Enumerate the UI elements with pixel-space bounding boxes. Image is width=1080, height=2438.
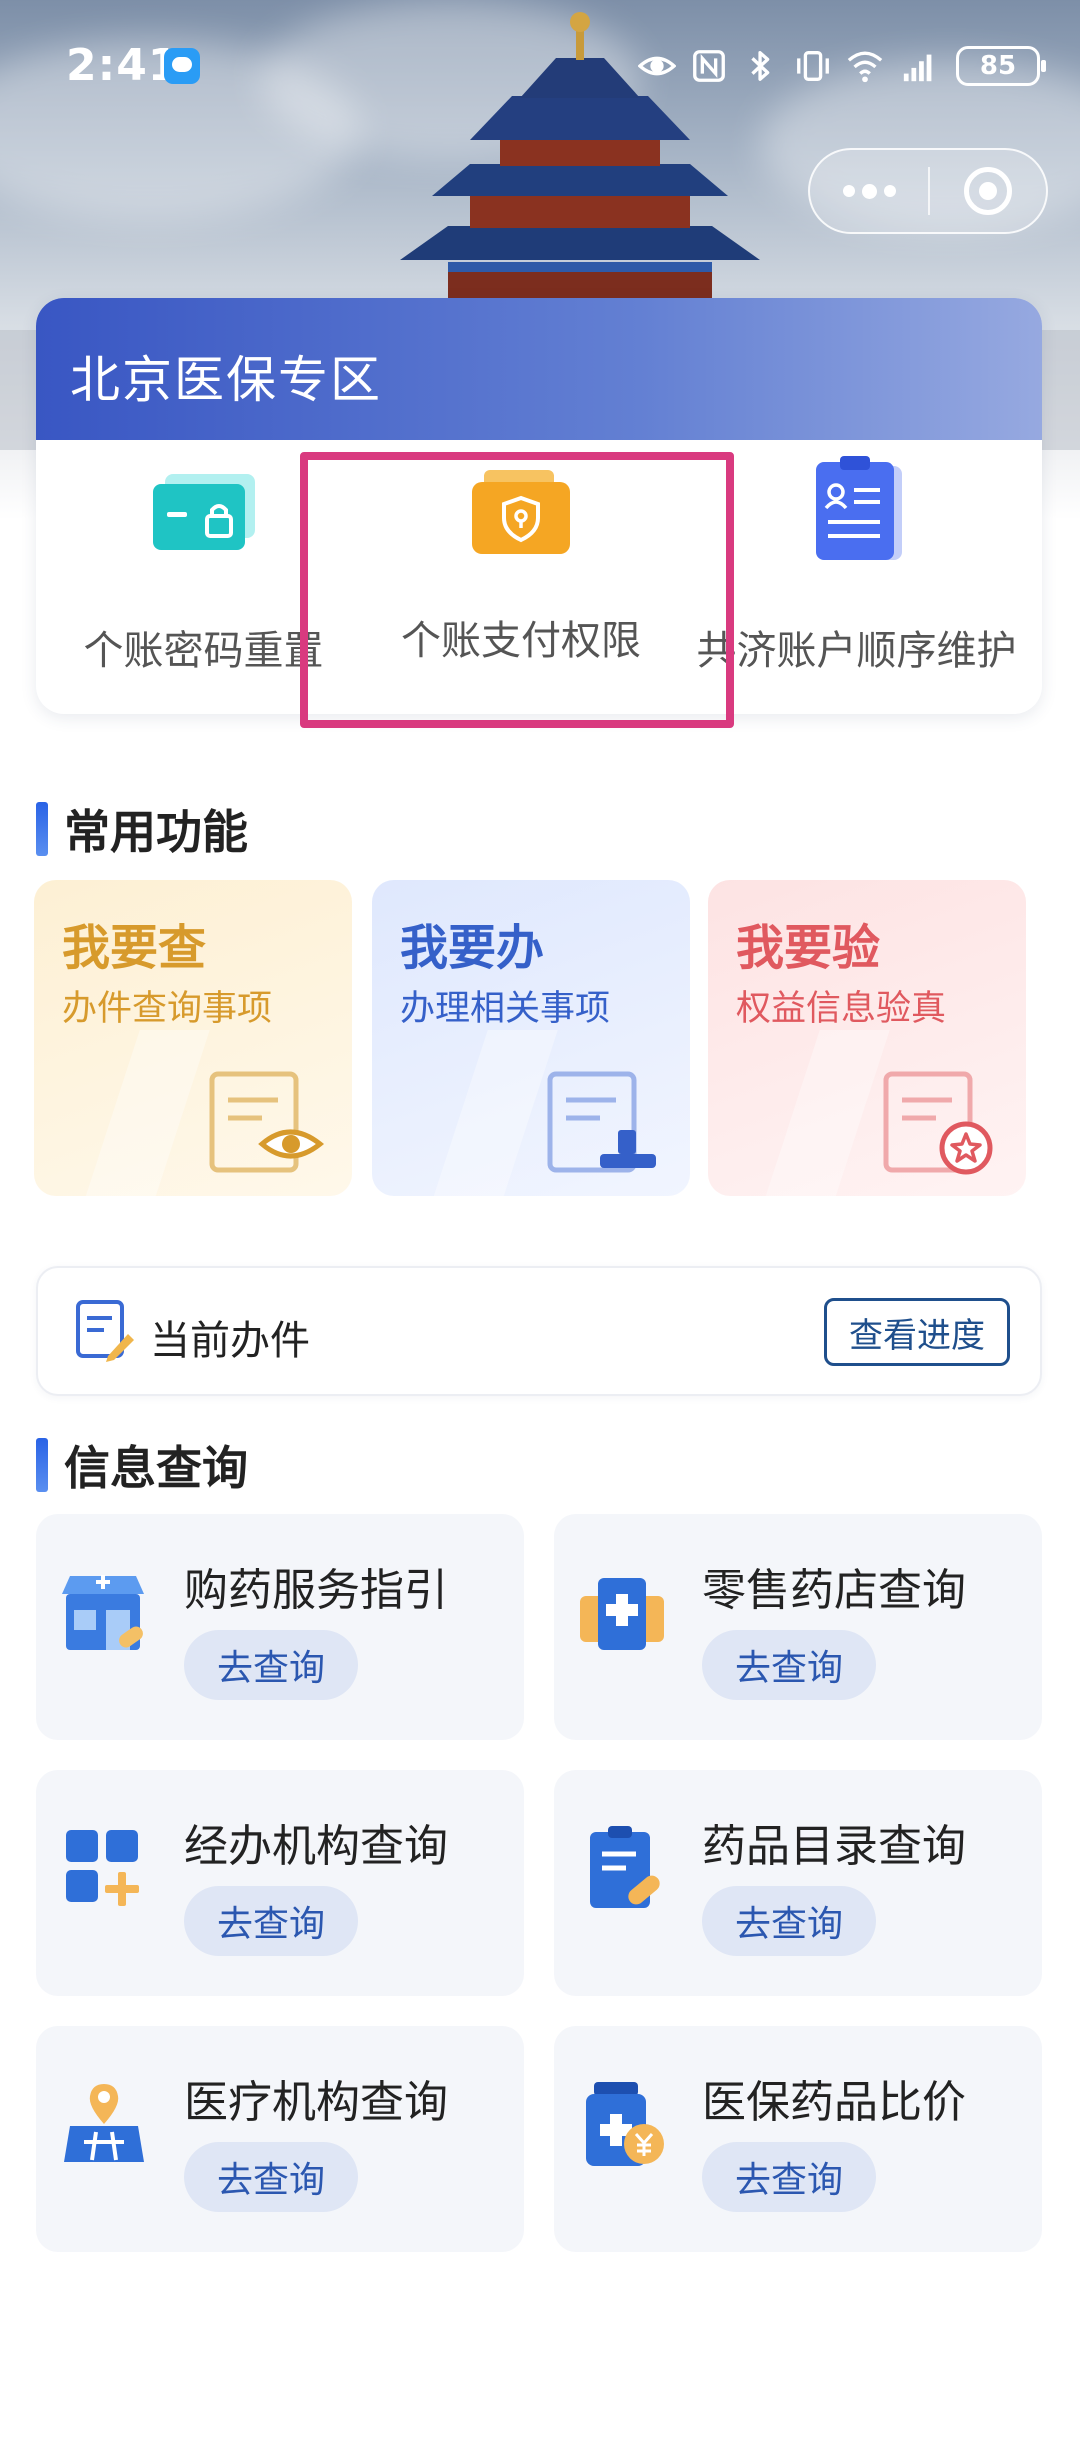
nfc-icon [693,50,725,82]
battery-icon: 85 [956,46,1046,86]
section-accent-bar [36,802,48,856]
document-stamp-icon [547,1071,656,1173]
query-card-title: 药品目录查询 [702,1821,966,1872]
go-query-button[interactable]: 去查询 [184,1630,358,1700]
go-query-button[interactable]: 去查询 [702,1630,876,1700]
clipboard-pill-icon [590,1826,660,1908]
query-card-title: 购药服务指引 [184,1565,448,1616]
query-card-retail-pharmacy[interactable]: 零售药店查询 去查询 [554,1514,1042,1740]
medicine-bottle-yuan-icon [586,2082,664,2166]
section-title-text: 信息查询 [64,1441,248,1495]
mini-program-capsule [808,148,1048,234]
func-card-title: 我要验 [736,920,881,976]
status-time: 2:41 [66,40,180,91]
cellular-signal-icon [903,54,932,82]
zone-title: 北京医保专区 [70,351,382,409]
query-card-agency[interactable]: 经办机构查询 去查询 [36,1770,524,1996]
zone-item-payment-permission[interactable]: 个账支付权限 [371,440,671,714]
go-query-button[interactable]: 去查询 [184,1886,358,1956]
clipboard-user-icon [815,456,902,560]
wifi-icon [847,51,883,83]
zone-header: 北京医保专区 [36,298,1042,440]
section-title-common: 常用功能 [36,796,248,862]
beijing-medical-insurance-zone: 北京医保专区 个账密码重置 个账支付权限 共济账户顺序维护 [36,298,1042,714]
document-eye-icon [209,1071,325,1173]
zone-item-label: 共济账户顺序维护 [696,628,1017,674]
query-card-title: 经办机构查询 [184,1821,448,1872]
view-progress-button[interactable]: 查看进度 [824,1298,1010,1366]
query-card-title: 医疗机构查询 [184,2077,448,2128]
more-dots-icon[interactable] [810,148,928,234]
grid-plus-icon [66,1830,139,1906]
document-star-icon [883,1071,993,1175]
map-pin-icon [64,2084,144,2162]
query-card-price-compare[interactable]: 医保药品比价 去查询 [554,2026,1042,2252]
func-card-subtitle: 办件查询事项 [62,989,273,1029]
query-card-title: 医保药品比价 [702,2077,966,2128]
document-edit-icon [76,1300,134,1362]
card-lock-icon [152,474,255,550]
func-card-verify[interactable]: 我要验 权益信息验真 [708,880,1026,1196]
func-card-subtitle: 权益信息验真 [736,989,947,1029]
eye-icon [638,56,676,76]
query-card-medical-institution[interactable]: 医疗机构查询 去查询 [36,2026,524,2252]
zone-item-label: 个账密码重置 [83,628,324,674]
zone-item-password-reset[interactable]: 个账密码重置 [36,440,371,714]
func-card-handle[interactable]: 我要办 办理相关事项 [372,880,690,1196]
medical-box-icon [580,1578,664,1650]
section-title-text: 常用功能 [64,805,248,859]
section-title-info: 信息查询 [36,1432,248,1498]
current-task-label: 当前办件 [150,1318,310,1364]
status-icons: 85 [638,44,1046,88]
section-accent-bar [36,1438,48,1492]
go-query-button[interactable]: 去查询 [702,1886,876,1956]
query-card-drug-catalog[interactable]: 药品目录查询 去查询 [554,1770,1042,1996]
query-card-title: 零售药店查询 [702,1565,966,1616]
bluetooth-icon [751,51,770,81]
chat-notification-icon [164,48,200,84]
status-bar: 2:41 85 [0,0,1080,130]
zone-item-label: 个账支付权限 [401,618,641,664]
current-task-bar[interactable]: 当前办件 查看进度 [36,1266,1042,1396]
func-card-title: 我要查 [62,920,207,976]
func-card-query[interactable]: 我要查 办件查询事项 [34,880,352,1196]
close-circle-icon[interactable] [930,148,1046,234]
pharmacy-store-icon [62,1575,144,1650]
func-card-title: 我要办 [400,920,545,976]
zone-item-account-order[interactable]: 共济账户顺序维护 [671,440,1042,714]
wallet-shield-icon [472,470,570,554]
func-card-subtitle: 办理相关事项 [400,989,611,1029]
mini-program-screen: 2:41 85 北京医保专区 个账密码重置 个账支付权限 共济账户顺序维护 常用… [0,0,1080,2438]
query-card-drug-guide[interactable]: 购药服务指引 去查询 [36,1514,524,1740]
vibrate-icon [797,51,829,81]
go-query-button[interactable]: 去查询 [702,2142,876,2212]
go-query-button[interactable]: 去查询 [184,2142,358,2212]
